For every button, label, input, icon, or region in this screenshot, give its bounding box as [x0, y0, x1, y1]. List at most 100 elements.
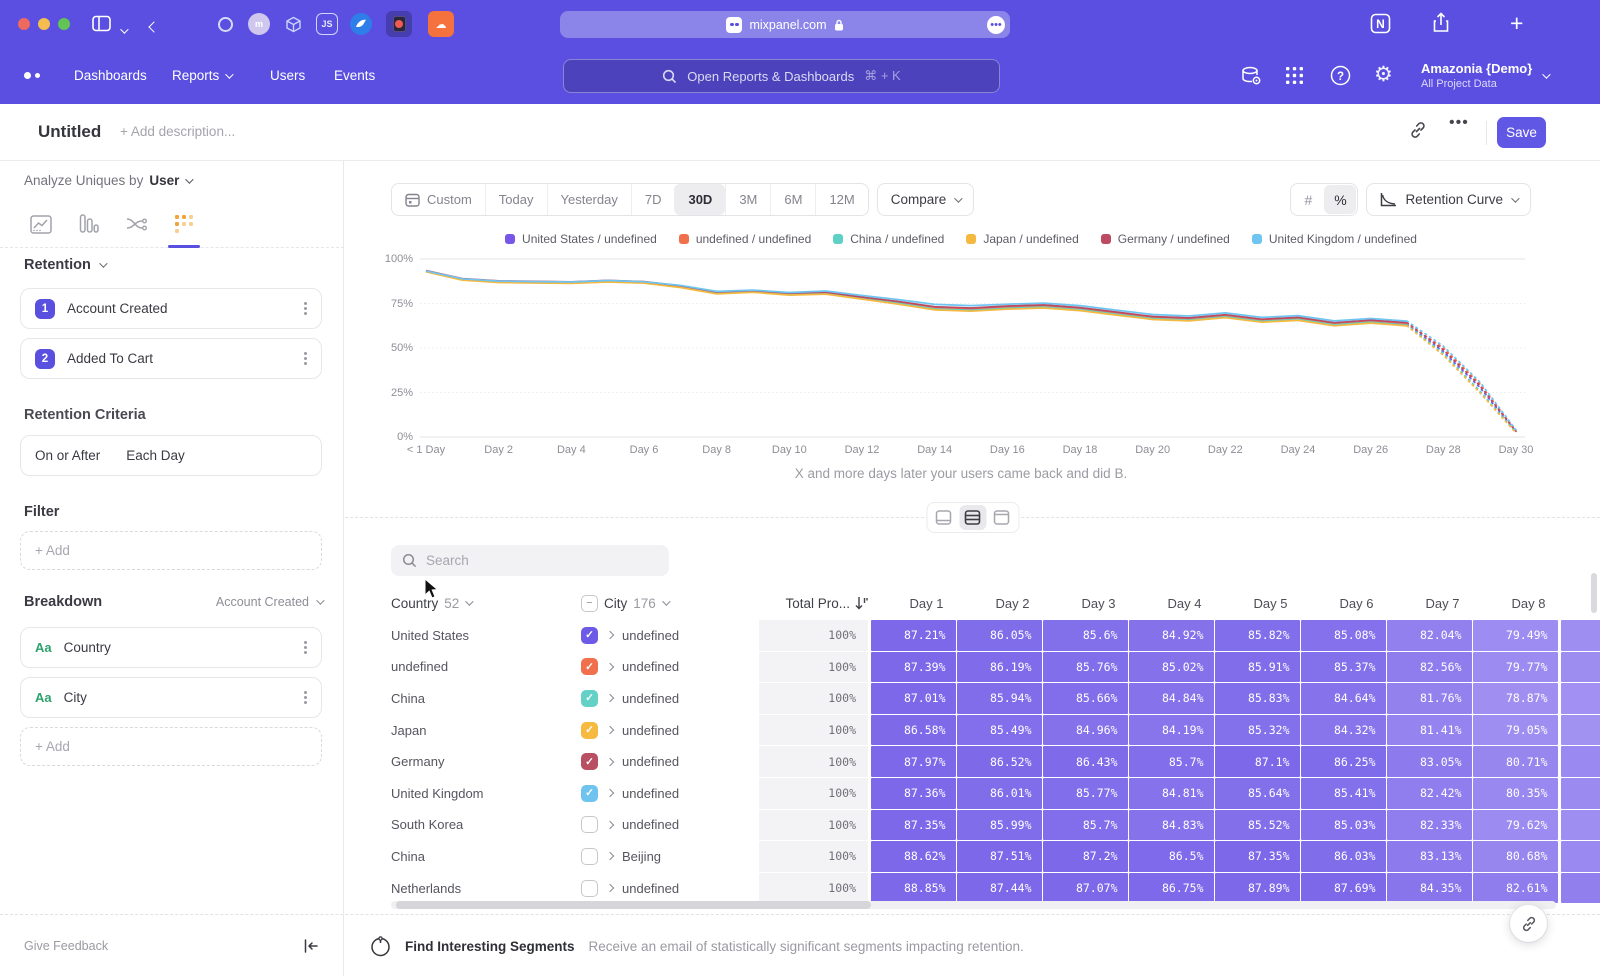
cell-retention-value[interactable]: 85.77% — [1043, 778, 1128, 809]
cell-retention-value[interactable]: 87.1% — [1215, 746, 1300, 777]
cell-retention-value[interactable]: 85.76% — [1043, 652, 1128, 683]
city-value[interactable]: Beijing — [622, 849, 661, 864]
cell-retention-value[interactable]: 85.32% — [1215, 715, 1300, 746]
row-checkbox[interactable] — [581, 848, 598, 865]
expand-chevron-icon[interactable] — [606, 884, 614, 892]
data-management-icon[interactable] — [1240, 65, 1262, 87]
find-interesting-segments[interactable]: Find Interesting Segments Receive an ema… — [370, 915, 1024, 976]
cell-retention-value[interactable]: 87.35% — [871, 810, 956, 841]
breakdown-event-selector[interactable]: Account Created — [216, 595, 322, 609]
cell-retention-value[interactable]: 88.85% — [871, 873, 956, 904]
nav-users[interactable]: Users — [270, 68, 305, 83]
day-column-header[interactable]: Day 1 — [871, 596, 956, 611]
cell-retention-value[interactable]: 87.35% — [1215, 841, 1300, 872]
apps-grid-icon[interactable] — [1285, 66, 1304, 85]
breakdown-property[interactable]: Country — [64, 640, 111, 655]
description-placeholder[interactable]: + Add description... — [120, 124, 235, 139]
row-checkbox[interactable] — [581, 880, 598, 897]
cell-retention-value[interactable]: 87.36% — [871, 778, 956, 809]
row-checkbox-checked[interactable]: ✓ — [581, 690, 598, 707]
cell-retention-value[interactable]: 87.01% — [871, 683, 956, 714]
cell-retention-value[interactable]: 87.07% — [1043, 873, 1128, 904]
cell-retention-value[interactable]: 86.03% — [1301, 841, 1386, 872]
cell-retention-value[interactable]: 84.64% — [1301, 683, 1386, 714]
step-card-1[interactable]: 1 Account Created — [20, 288, 322, 329]
row-checkbox-checked[interactable]: ✓ — [581, 658, 598, 675]
cell-retention-value[interactable]: 85.52% — [1215, 810, 1300, 841]
tab-insights[interactable] — [26, 209, 56, 239]
back-icon[interactable] — [150, 18, 158, 36]
row-checkbox-checked[interactable]: ✓ — [581, 627, 598, 644]
sidebar-icon[interactable] — [92, 15, 111, 32]
cell-retention-value[interactable]: 84.32% — [1301, 715, 1386, 746]
column-total[interactable]: Total Pro... — [759, 596, 868, 611]
cell-country[interactable]: Germany — [391, 754, 581, 769]
cell-retention-value[interactable]: 82.42% — [1387, 778, 1472, 809]
help-icon[interactable]: ? — [1330, 65, 1351, 86]
js-extension-icon[interactable]: JS — [316, 13, 338, 35]
breakdown-property[interactable]: City — [64, 690, 87, 705]
project-switcher[interactable]: Amazonia {Demo} All Project Data — [1421, 61, 1548, 90]
report-title[interactable]: Untitled — [38, 122, 101, 142]
expand-chevron-icon[interactable] — [606, 757, 614, 765]
cell-retention-value[interactable]: 81.76% — [1387, 683, 1472, 714]
layout-table-icon[interactable] — [988, 505, 1015, 530]
new-tab-icon[interactable]: + — [1510, 10, 1523, 37]
city-value[interactable]: undefined — [622, 723, 679, 738]
cell-country[interactable]: United States — [391, 628, 581, 643]
close-window-button[interactable] — [18, 18, 30, 30]
cell-retention-value[interactable]: 85.08% — [1301, 620, 1386, 651]
vertical-scrollbar-thumb[interactable] — [1591, 573, 1597, 613]
cube-extension-icon[interactable] — [282, 13, 304, 35]
day-column-header[interactable]: Day 5 — [1215, 596, 1300, 611]
cell-retention-value[interactable]: 85.03% — [1301, 810, 1386, 841]
cell-retention-value[interactable]: 79.49% — [1473, 620, 1558, 651]
global-search[interactable]: Open Reports & Dashboards ⌘ + K — [563, 59, 1000, 93]
cell-retention-value[interactable]: 82.33% — [1387, 810, 1472, 841]
cell-retention-value[interactable]: 80.68% — [1473, 841, 1558, 872]
layout-chart-icon[interactable] — [930, 505, 957, 530]
cell-retention-value[interactable]: 80.35% — [1473, 778, 1558, 809]
cell-retention-value[interactable]: 85.99% — [957, 810, 1042, 841]
collapse-sidebar-icon[interactable] — [303, 938, 319, 954]
cell-retention-value[interactable]: 85.7% — [1043, 810, 1128, 841]
notion-icon[interactable]: N — [1370, 13, 1391, 34]
cell-retention-value[interactable]: 87.39% — [871, 652, 956, 683]
cell-retention-value[interactable]: 86.19% — [957, 652, 1042, 683]
step-event-name[interactable]: Added To Cart — [67, 351, 153, 366]
nav-events[interactable]: Events — [334, 68, 375, 83]
cell-retention-value[interactable]: 85.66% — [1043, 683, 1128, 714]
cell-retention-value[interactable]: 83.13% — [1387, 841, 1472, 872]
city-value[interactable]: undefined — [622, 628, 679, 643]
breakdown-card-city[interactable]: Aa City — [20, 677, 322, 718]
cell-retention-value[interactable]: 86.5% — [1129, 841, 1214, 872]
minimize-window-button[interactable] — [38, 18, 50, 30]
cell-retention-value[interactable]: 87.44% — [957, 873, 1042, 904]
day-column-header[interactable]: Day 6 — [1301, 596, 1386, 611]
cell-retention-value[interactable]: 86.75% — [1129, 873, 1214, 904]
row-checkbox-checked[interactable]: ✓ — [581, 753, 598, 770]
address-more-icon[interactable]: ••• — [987, 16, 1005, 34]
mixpanel-logo[interactable] — [24, 72, 40, 79]
kebab-menu-icon[interactable] — [304, 691, 307, 704]
column-city[interactable]: − City 176 — [581, 595, 759, 612]
row-checkbox-checked[interactable]: ✓ — [581, 722, 598, 739]
filter-add-button[interactable]: + Add — [20, 531, 322, 570]
give-feedback-link[interactable]: Give Feedback — [24, 939, 108, 953]
tab-funnels[interactable] — [74, 209, 104, 239]
city-value[interactable]: undefined — [622, 786, 679, 801]
address-bar[interactable]: mixpanel.com ••• — [560, 11, 1010, 38]
cell-retention-value[interactable]: 86.25% — [1301, 746, 1386, 777]
cell-country[interactable]: China — [391, 849, 581, 864]
horizontal-scrollbar-thumb[interactable] — [396, 901, 871, 909]
tab-flows[interactable] — [122, 209, 152, 239]
cell-country[interactable]: Netherlands — [391, 881, 581, 896]
horizontal-scrollbar[interactable] — [391, 901, 1556, 909]
cell-country[interactable]: Japan — [391, 723, 581, 738]
city-value[interactable]: undefined — [622, 659, 679, 674]
select-all-checkbox[interactable]: − — [581, 595, 598, 612]
cell-retention-value[interactable]: 84.19% — [1129, 715, 1214, 746]
cell-retention-value[interactable]: 79.77% — [1473, 652, 1558, 683]
cell-retention-value[interactable]: 86.58% — [871, 715, 956, 746]
more-options-icon[interactable]: ••• — [1449, 114, 1469, 132]
